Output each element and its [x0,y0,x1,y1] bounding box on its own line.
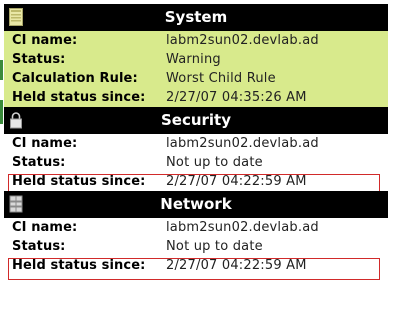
ci-name-label: CI name: [12,33,78,48]
status-label: Status: [12,155,66,170]
security-ci-name-value: labm2sun02.devlab.ad [166,136,319,151]
network-details: CI name: labm2sun02.devlab.ad Status: No… [4,218,388,280]
left-edge-mark-top [0,60,3,80]
status-label: Status: [12,239,66,254]
network-ci-name-row: CI name: labm2sun02.devlab.ad [4,218,388,237]
system-ci-name-value: labm2sun02.devlab.ad [166,33,319,48]
system-title: System [164,8,228,26]
system-status-value: Warning [166,52,221,67]
security-details: CI name: labm2sun02.devlab.ad Status: No… [4,134,388,196]
security-status-row: Status: Not up to date [4,153,388,172]
system-held-since-value: 2/27/07 04:35:26 AM [166,90,307,105]
ci-name-label: CI name: [12,220,78,235]
system-details: CI name: labm2sun02.devlab.ad Status: Wa… [4,31,388,107]
ci-status-tooltip: System CI name: labm2sun02.devlab.ad Sta… [4,4,388,280]
calc-rule-label: Calculation Rule: [12,71,138,86]
system-held-since-row: Held status since: 2/27/07 04:35:26 AM [4,88,388,107]
network-status-row: Status: Not up to date [4,237,388,256]
ci-name-label: CI name: [12,136,78,151]
network-header: Network [4,191,388,218]
system-status-row: Status: Warning [4,50,388,69]
network-title: Network [160,195,232,213]
network-held-since-row: Held status since: 2/27/07 04:22:59 AM [4,256,388,275]
security-ci-name-row: CI name: labm2sun02.devlab.ad [4,134,388,153]
security-header: Security [4,107,388,134]
held-since-label: Held status since: [12,174,146,189]
status-label: Status: [12,52,66,67]
security-held-since-value: 2/27/07 04:22:59 AM [166,174,307,189]
held-since-label: Held status since: [12,258,146,273]
held-since-label: Held status since: [12,90,146,105]
security-title: Security [160,111,232,129]
system-calc-rule-value: Worst Child Rule [166,71,276,86]
system-calc-rule-row: Calculation Rule: Worst Child Rule [4,69,388,88]
network-held-since-value: 2/27/07 04:22:59 AM [166,258,307,273]
system-ci-name-row: CI name: labm2sun02.devlab.ad [4,31,388,50]
security-held-since-row: Held status since: 2/27/07 04:22:59 AM [4,172,388,191]
security-status-value: Not up to date [166,155,263,170]
network-ci-name-value: labm2sun02.devlab.ad [166,220,319,235]
left-edge-mark-mid [0,100,3,124]
system-header: System [4,4,388,31]
network-status-value: Not up to date [166,239,263,254]
